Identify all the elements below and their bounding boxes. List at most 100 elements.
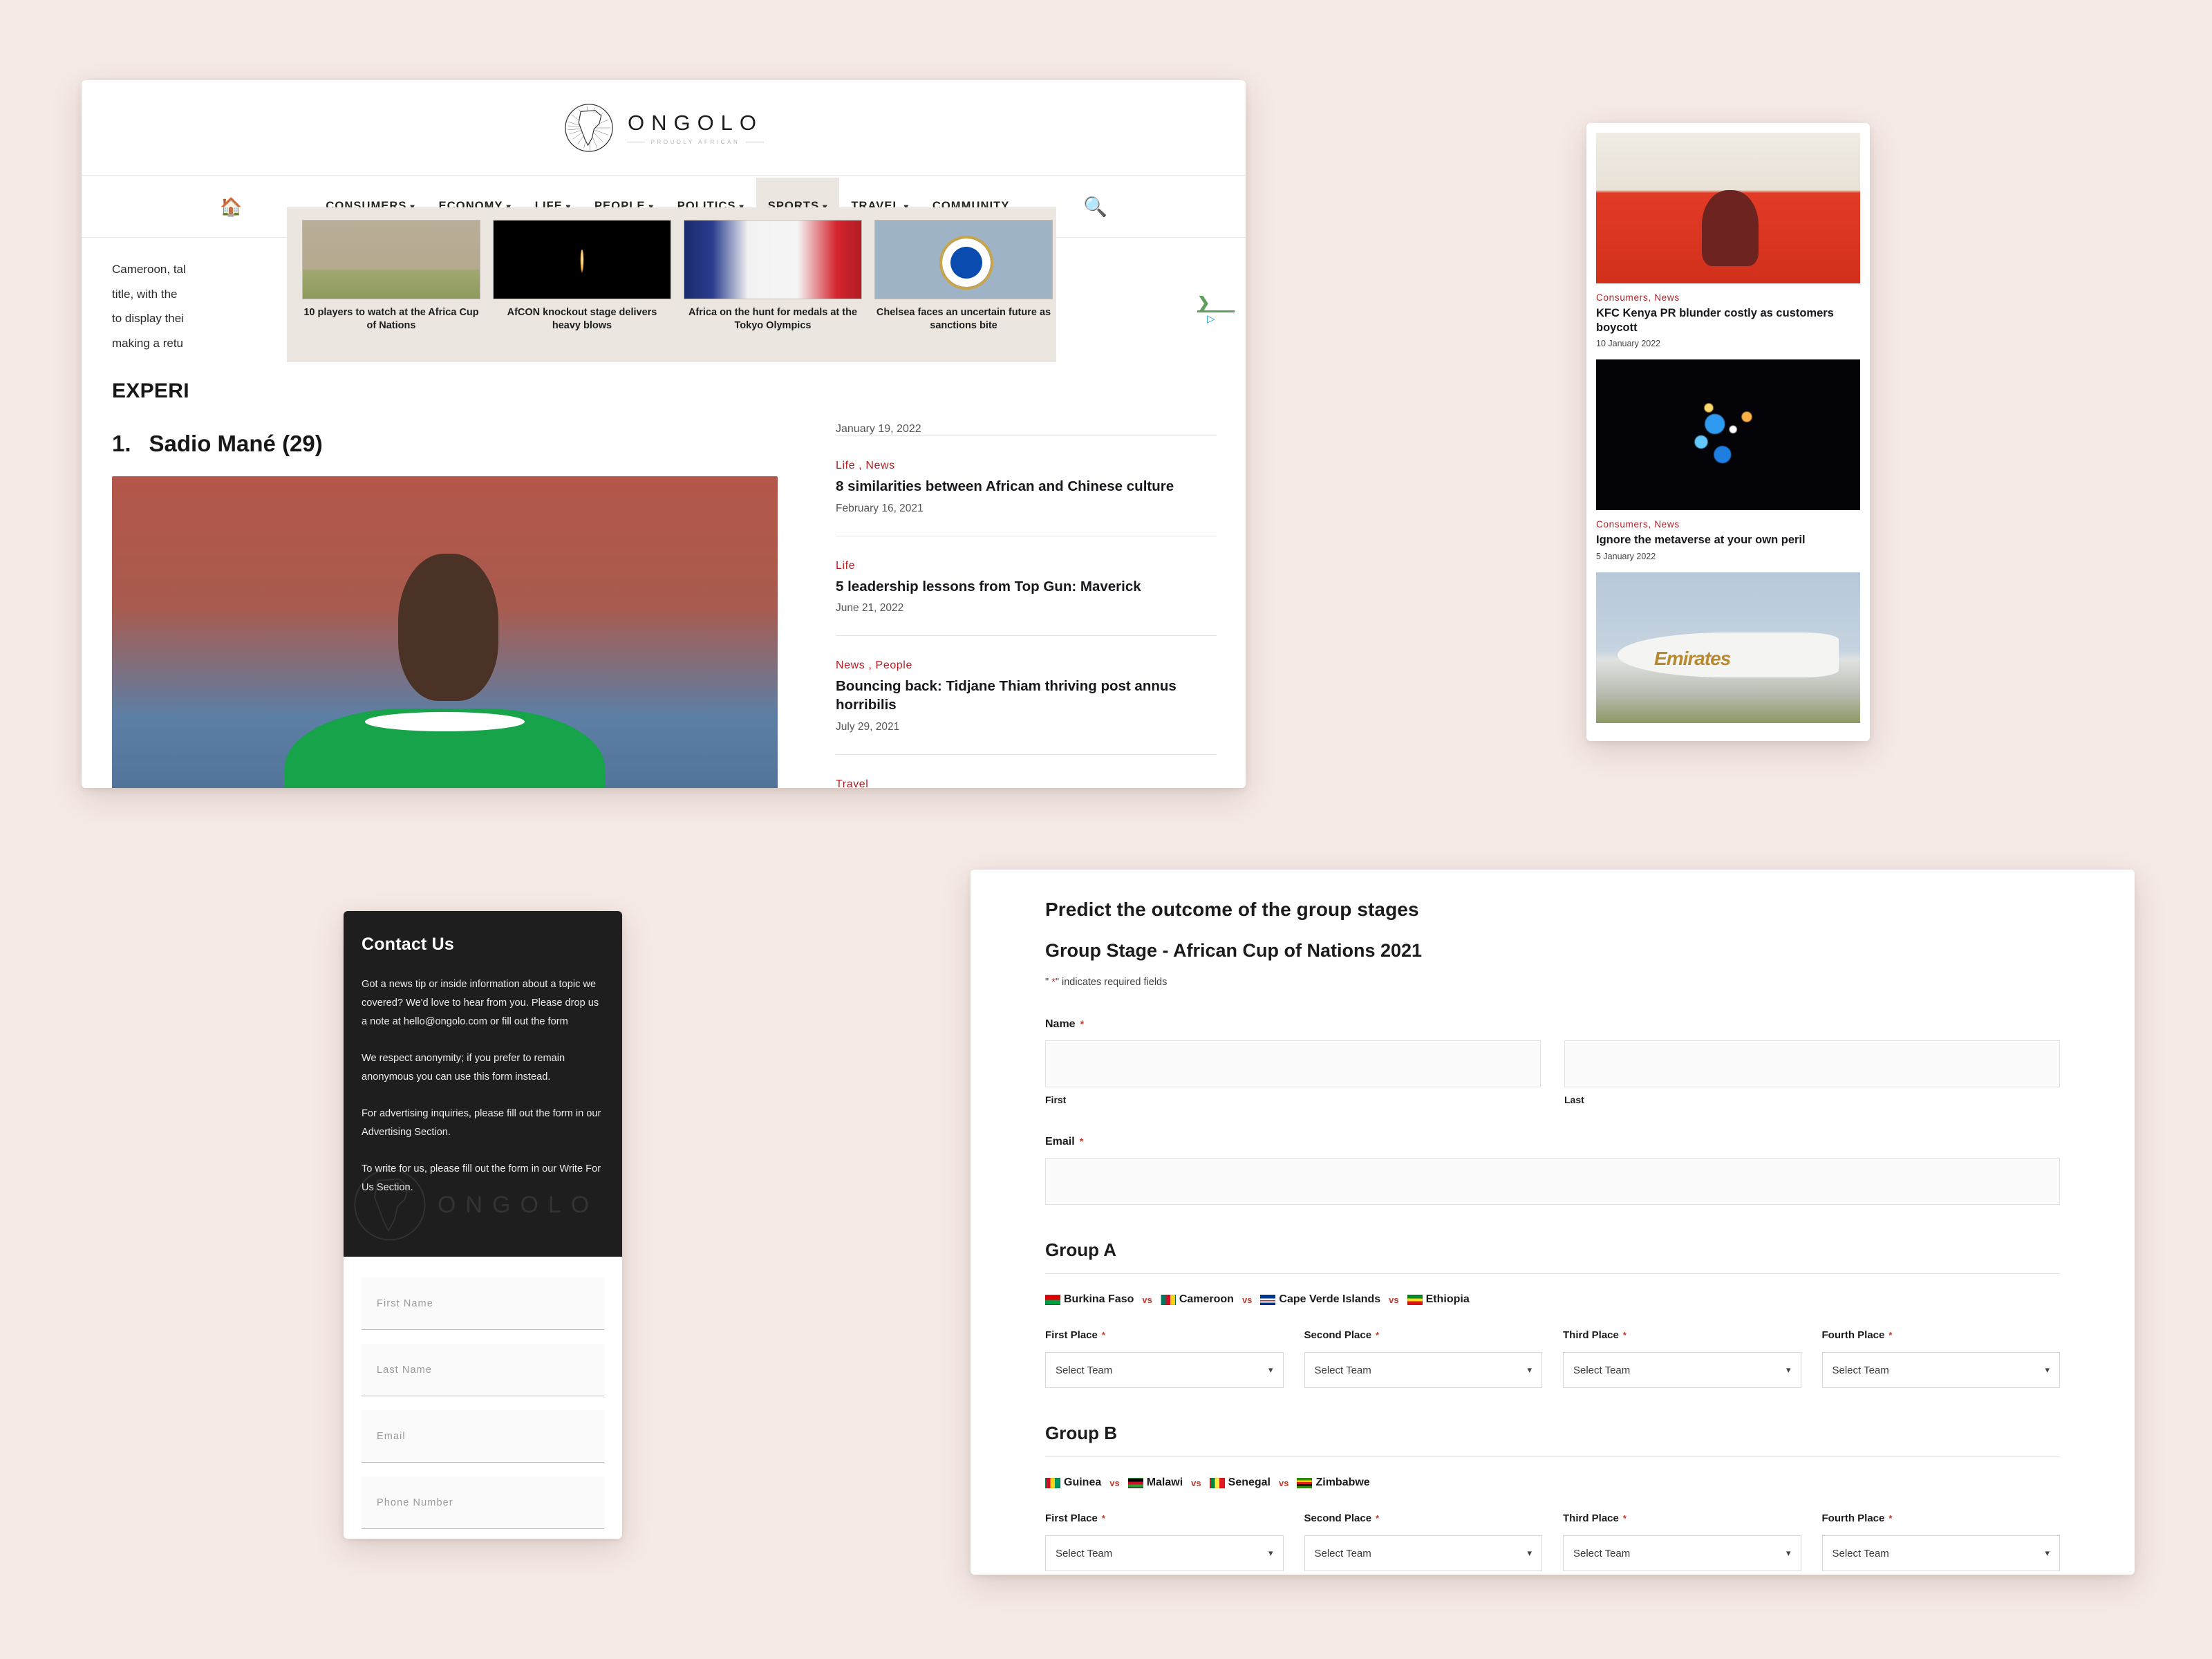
flag-zimbabwe-icon [1297,1478,1312,1488]
select-value: Select Team [1315,1548,1371,1559]
place-label: Fourth Place* [1822,1512,2061,1524]
first-name-input[interactable] [1045,1040,1541,1087]
article-section-heading: EXPERI [112,379,780,403]
email-input-row [1045,1158,2060,1205]
home-icon[interactable]: 🏠 [220,198,242,216]
required-star-icon: * [1888,1330,1892,1340]
last-name-field[interactable]: Last Name [362,1344,604,1396]
prediction-form: Predict the outcome of the group stages … [971,870,2135,1575]
name-field-label: Name* [1045,1018,2060,1031]
second-place-select[interactable]: Select Team▾ [1304,1352,1543,1388]
feed-card[interactable]: Consumers, News Ignore the metaverse at … [1596,359,1860,561]
place-label: Third Place* [1563,1512,1801,1524]
group-a-place-selects: First Place* Select Team▾ Second Place* … [1045,1329,2060,1388]
first-place-select[interactable]: Select Team▾ [1045,1352,1284,1388]
search-icon[interactable]: 🔍 [1083,195,1107,218]
label-text: Fourth Place [1822,1512,1885,1524]
site-logo[interactable]: ONGOLO PROUDLY AFRICAN [563,102,765,153]
team-name: Guinea [1064,1477,1101,1489]
feed-card-date: 10 January 2022 [1596,339,1860,348]
sidebar-item-category: News , People [836,659,1217,672]
sidebar-item-date: February 16, 2021 [836,503,1217,515]
logo-tagline-row: PROUDLY AFRICAN [627,139,765,145]
candle-in-the-dark-image [494,221,671,299]
sidebar-article-item[interactable]: News , People Bouncing back: Tidjane Thi… [836,635,1217,753]
children-playing-football-image [303,221,480,299]
mega-card[interactable]: 10 players to watch at the Africa Cup of… [302,220,480,362]
emirates-livery-text: Emirates [1654,648,1730,670]
label-text: Fourth Place [1822,1329,1885,1341]
contact-intro-panel: Contact Us Got a news tip or inside info… [344,911,622,1257]
last-name-input[interactable] [1564,1040,2060,1087]
required-star-icon: * [1102,1513,1105,1524]
team-name: Cameroon [1179,1293,1234,1306]
required-star-icon: * [1623,1513,1627,1524]
feed-card-category: Consumers, News [1596,519,1860,529]
mega-thumbnail [684,220,862,299]
place-label: Second Place* [1304,1512,1543,1524]
vs-label: vs [1242,1295,1252,1305]
required-star-icon: * [1080,1018,1084,1029]
fourth-place-select[interactable]: Select Team▾ [1822,1352,2061,1388]
team-ethiopia: Ethiopia [1407,1293,1470,1306]
team-burkina-faso: Burkina Faso [1045,1293,1134,1306]
flag-cameroon-icon [1161,1295,1176,1305]
feed-card-title: Ignore the metaverse at your own peril [1596,533,1860,547]
place-label: First Place* [1045,1512,1284,1524]
sidebar-article-item[interactable]: Life , News 8 similarities between Afric… [836,435,1217,536]
kfc-kenya-counter-image [1596,133,1860,283]
first-place-select[interactable]: Select Team ▾ [1045,1535,1284,1571]
form-subtitle: Group Stage - African Cup of Nations 202… [1045,940,2060,962]
chevron-down-icon: ▾ [1268,1548,1273,1559]
third-place-select[interactable]: Select Team▾ [1563,1535,1801,1571]
email-field[interactable]: Email [362,1410,604,1463]
label-text: Second Place [1304,1329,1372,1341]
form-title: Predict the outcome of the group stages [1045,899,2060,921]
select-value: Select Team [1833,1548,1889,1559]
place-label: Second Place * [1304,1329,1543,1341]
chevron-down-icon: ▾ [1527,1548,1532,1559]
first-name-field[interactable]: First Name [362,1277,604,1330]
sidebar-top-date: January 19, 2022 [836,423,1217,435]
required-star-icon: * [1376,1330,1379,1340]
second-place-select[interactable]: Select Team ▾ [1304,1535,1543,1571]
flag-malawi-icon [1128,1478,1143,1488]
email-input[interactable] [1045,1158,2060,1205]
mega-card[interactable]: Chelsea faces an uncertain future as san… [874,220,1053,362]
select-value: Select Team [1573,1365,1630,1376]
phone-number-field[interactable]: Phone Number [362,1477,604,1529]
mega-card[interactable]: AfCON knockout stage delivers heavy blow… [493,220,671,362]
adchoices-triangle-icon: ▷ [1207,312,1239,325]
sidebar-item-title: Bouncing back: Tidjane Thiam thriving po… [836,677,1217,714]
screenshot-stage: ONGOLO PROUDLY AFRICAN 🏠 CONSUMERS▾ ECON… [0,0,2212,1659]
feed-card-image: Emirates [1596,572,1860,723]
feed-card-date: 5 January 2022 [1596,552,1860,561]
sidebar-article-item[interactable]: Travel Kenya Airways business class: Lon… [836,754,1217,788]
mega-card[interactable]: Africa on the hunt for medals at the Tok… [684,220,862,362]
fourth-place-select[interactable]: Select Team▾ [1822,1535,2061,1571]
mega-caption: Africa on the hunt for medals at the Tok… [684,306,862,333]
sadio-mane-photo [112,476,778,788]
tokyo-olympic-medals-image [684,221,861,299]
group-a-third-place: Third Place* Select Team▾ [1563,1329,1801,1388]
feed-card-category: Consumers, News [1596,292,1860,303]
required-star-icon: * [1080,1136,1083,1147]
note-prefix: " [1045,977,1051,988]
third-place-select[interactable]: Select Team▾ [1563,1352,1801,1388]
adchoices-chevron-icon: ❯ [1197,297,1239,308]
feed-card[interactable]: Emirates [1596,572,1860,723]
vs-label: vs [1389,1295,1398,1305]
group-a-fourth-place: Fourth Place* Select Team▾ [1822,1329,2061,1388]
feed-card-image [1596,133,1860,283]
select-value: Select Team [1833,1365,1889,1376]
group-b-third-place: Third Place* Select Team▾ [1563,1512,1801,1571]
mega-caption: 10 players to watch at the Africa Cup of… [302,306,480,333]
feed-card[interactable]: Consumers, News KFC Kenya PR blunder cos… [1596,133,1860,348]
logo-tagline: PROUDLY AFRICAN [651,139,740,145]
select-value: Select Team [1056,1548,1112,1559]
adchoices-icon[interactable]: ❯ ▷ [1197,297,1239,325]
sidebar-article-item[interactable]: Life 5 leadership lessons from Top Gun: … [836,536,1217,636]
mega-thumbnail [493,220,671,299]
entry-number: 1. [112,431,131,457]
select-value: Select Team [1315,1365,1371,1376]
